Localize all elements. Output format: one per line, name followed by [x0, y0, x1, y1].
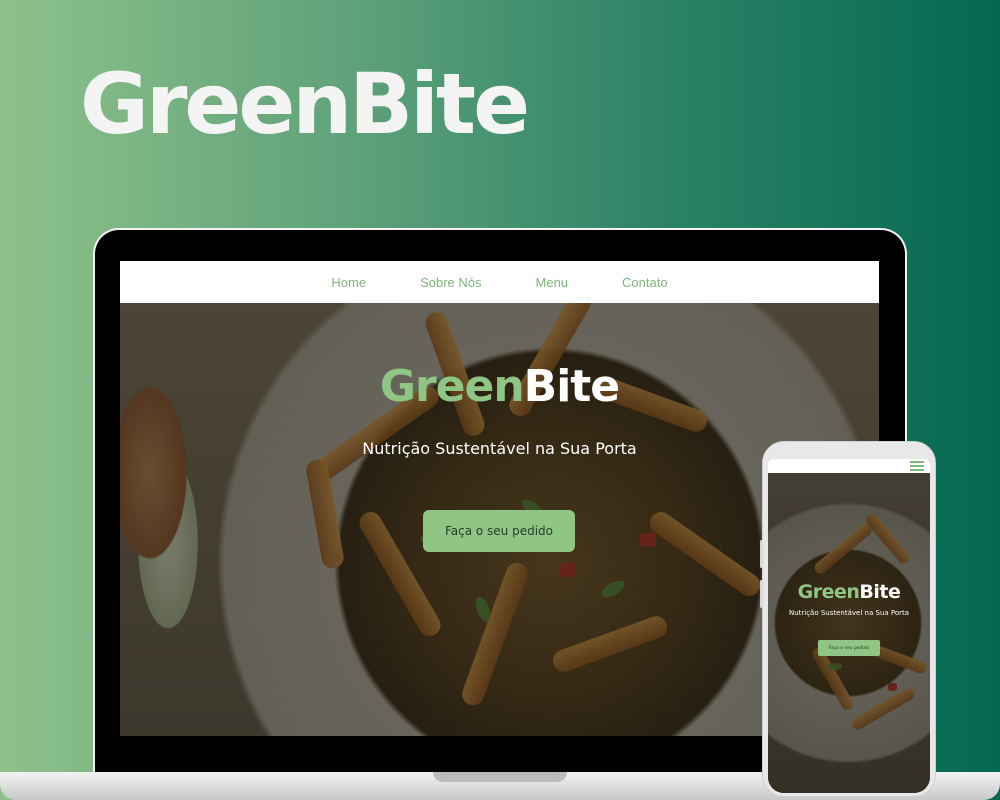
phone-hero-food-image — [768, 473, 930, 793]
phone-hero-title-white: Bite — [859, 581, 901, 603]
nav-link-home[interactable]: Home — [331, 275, 366, 290]
phone-screen: GreenBite Nutrição Sustentável na Sua Po… — [768, 459, 930, 793]
hamburger-menu-icon[interactable] — [910, 461, 924, 471]
order-button[interactable]: Faça o seu pedido — [423, 510, 575, 552]
phone-volume-button-2 — [760, 580, 763, 608]
phone-hero-subtitle: Nutrição Sustentável na Sua Porta — [788, 609, 910, 617]
nav-link-contact[interactable]: Contato — [622, 275, 668, 290]
laptop-notch — [433, 772, 567, 782]
hero-title-green: Green — [379, 361, 525, 412]
nav-link-menu[interactable]: Menu — [536, 275, 569, 290]
phone-hero-title-green: Green — [797, 581, 860, 603]
hero-subtitle: Nutrição Sustentável na Sua Porta — [362, 439, 637, 458]
phone-volume-button — [760, 540, 763, 568]
hero-title: GreenBite — [120, 365, 879, 409]
phone-order-button[interactable]: Faça o seu pedido — [818, 640, 880, 656]
brand-title: GreenBite — [80, 55, 530, 153]
phone-header — [768, 459, 930, 473]
phone-hero-title: GreenBite — [768, 583, 930, 602]
nav-link-about[interactable]: Sobre Nós — [420, 275, 481, 290]
site-navigation: Home Sobre Nós Menu Contato — [120, 261, 879, 303]
hero-title-white: Bite — [523, 361, 620, 412]
